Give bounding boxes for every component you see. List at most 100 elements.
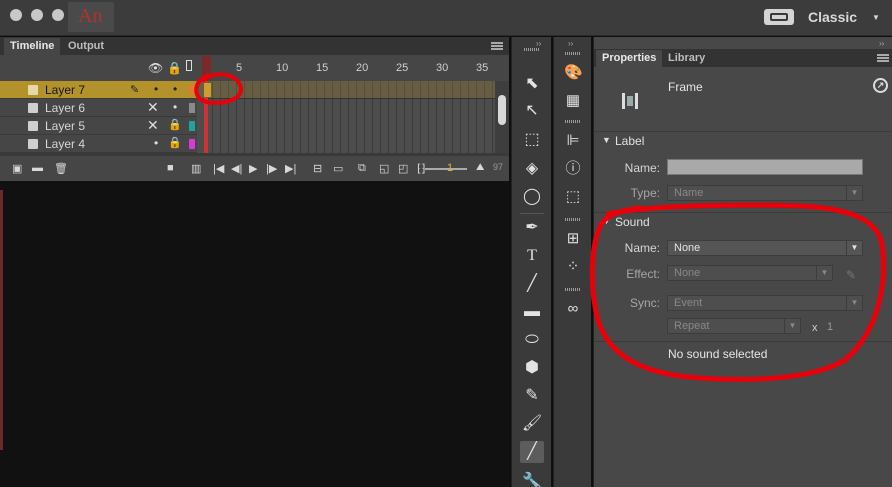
- step-forward-icon[interactable]: |▶: [266, 162, 277, 175]
- play-icon[interactable]: ▶: [249, 162, 257, 175]
- zoom-window-button[interactable]: [52, 9, 64, 21]
- layer-row[interactable]: Layer 5 ✕ 🔒: [0, 117, 197, 135]
- layer-scrollbar[interactable]: [495, 81, 509, 153]
- align-icon[interactable]: ⊫: [564, 132, 582, 150]
- panel-grip[interactable]: [565, 218, 581, 221]
- color-palette-icon[interactable]: 🎨: [564, 64, 583, 82]
- layer-row[interactable]: Layer 7 ✎ • •: [0, 81, 197, 99]
- layer-color-swatch[interactable]: [189, 103, 195, 113]
- visible-dot[interactable]: •: [154, 82, 158, 96]
- sound-name-dropdown[interactable]: None ▼: [667, 240, 863, 256]
- pen-tool-icon[interactable]: ✒: [520, 217, 544, 239]
- sound-repeat-dropdown[interactable]: Repeat ▼: [667, 318, 801, 334]
- panel-grip[interactable]: [565, 120, 581, 123]
- center-frame-icon[interactable]: ▭: [333, 162, 343, 175]
- bone-tool-icon[interactable]: 🔧: [520, 471, 544, 487]
- panel-menu-icon[interactable]: [877, 54, 889, 62]
- label-type-dropdown[interactable]: Name ▼: [667, 185, 863, 201]
- paint-brush-tool-icon[interactable]: ╱: [520, 441, 544, 463]
- tab-output[interactable]: Output: [62, 38, 110, 55]
- rectangle-tool-icon[interactable]: ▬: [520, 301, 544, 323]
- locked-icon[interactable]: 🔒: [168, 136, 182, 149]
- oval-tool-icon[interactable]: ⬭: [520, 329, 544, 351]
- tab-library[interactable]: Library: [662, 50, 711, 67]
- frame-row-selected[interactable]: [197, 81, 495, 99]
- cc-libraries-icon[interactable]: ∞: [564, 300, 582, 318]
- pencil-tool-icon[interactable]: ✎: [520, 385, 544, 407]
- label-name-field[interactable]: [667, 159, 863, 175]
- trash-icon[interactable]: 🗑: [54, 162, 68, 175]
- chevron-down-icon[interactable]: ▼: [872, 13, 880, 22]
- info-icon[interactable]: ⓘ: [564, 160, 582, 178]
- motion-presets-icon[interactable]: ⁘: [564, 258, 582, 276]
- stage-area[interactable]: [0, 181, 509, 487]
- lock-dot[interactable]: •: [173, 100, 177, 114]
- tab-properties[interactable]: Properties: [596, 50, 663, 67]
- sync-settings-icon[interactable]: [764, 9, 794, 25]
- selection-tool-icon[interactable]: ⬉: [520, 73, 544, 95]
- hidden-x-icon[interactable]: ✕: [147, 99, 159, 116]
- layer-name[interactable]: Layer 7: [45, 83, 85, 97]
- selected-keyframe[interactable]: [204, 83, 211, 97]
- layer-color-swatch[interactable]: [189, 85, 195, 95]
- layer-row[interactable]: Layer 4 • 🔒: [0, 135, 197, 153]
- go-to-last-frame-icon[interactable]: ▶|: [285, 162, 296, 175]
- step-back-icon[interactable]: ◀|: [231, 162, 242, 175]
- layer-color-swatch[interactable]: [189, 121, 195, 131]
- fps-readout[interactable]: 97: [493, 162, 503, 172]
- 3d-rotation-tool-icon[interactable]: ◈: [520, 158, 544, 180]
- panel-grip[interactable]: [565, 52, 581, 55]
- new-folder-icon[interactable]: ▬: [32, 162, 43, 174]
- panel-menu-icon[interactable]: [491, 42, 503, 50]
- workspace-switcher[interactable]: Classic: [808, 9, 857, 25]
- locked-icon[interactable]: 🔒: [168, 118, 182, 131]
- close-window-button[interactable]: [10, 9, 22, 21]
- label-section-header[interactable]: ▼ Label: [594, 131, 892, 149]
- mountain-icon[interactable]: ⛰: [476, 162, 484, 173]
- edit-envelope-icon[interactable]: ✎: [846, 268, 856, 282]
- scrollbar-thumb[interactable]: [498, 95, 506, 125]
- help-icon[interactable]: ↗: [873, 78, 888, 93]
- sound-sync-dropdown[interactable]: Event ▼: [667, 295, 863, 311]
- layer-name[interactable]: Layer 6: [45, 101, 85, 115]
- panel-grip[interactable]: [565, 288, 581, 291]
- panel-grip[interactable]: [524, 48, 540, 51]
- lock-icon[interactable]: 🔒: [167, 61, 182, 75]
- layer-name[interactable]: Layer 4: [45, 137, 85, 151]
- polystar-tool-icon[interactable]: ⬢: [520, 357, 544, 379]
- frame-zoom-slider[interactable]: [425, 168, 467, 170]
- layer-depth-icon[interactable]: ▥: [191, 162, 201, 175]
- free-transform-tool-icon[interactable]: ⬚: [520, 129, 544, 151]
- subselection-tool-icon[interactable]: ↖: [520, 100, 544, 122]
- visible-dot[interactable]: •: [154, 136, 158, 150]
- onion-outline-icon[interactable]: ◱: [379, 162, 389, 175]
- layer-row[interactable]: Layer 6 ✕ •: [0, 99, 197, 117]
- onion-skin-icon[interactable]: ⧉: [358, 162, 366, 175]
- minimize-window-button[interactable]: [31, 9, 43, 21]
- components-icon[interactable]: ⊞: [564, 230, 582, 248]
- playhead[interactable]: [202, 56, 211, 80]
- lasso-tool-icon[interactable]: ◯: [520, 186, 544, 208]
- go-to-first-frame-icon[interactable]: |◀: [213, 162, 224, 175]
- line-tool-icon[interactable]: ╱: [520, 273, 544, 295]
- tab-timeline[interactable]: Timeline: [4, 38, 61, 55]
- eye-icon[interactable]: 👁: [148, 61, 163, 75]
- new-layer-icon[interactable]: ▣: [12, 162, 22, 175]
- swatches-grid-icon[interactable]: ▦: [564, 92, 582, 110]
- hidden-x-icon[interactable]: ✕: [147, 117, 159, 134]
- collapse-icon[interactable]: ››: [568, 39, 573, 48]
- transform-icon[interactable]: ⬚: [564, 188, 582, 206]
- sound-section-header[interactable]: ▼ Sound: [594, 212, 892, 230]
- lock-dot[interactable]: •: [173, 82, 177, 96]
- frame-ruler[interactable]: 1 5 10 15 20 25 30 35: [197, 55, 495, 80]
- text-tool-icon[interactable]: T: [520, 245, 544, 267]
- camera-icon[interactable]: ■: [167, 162, 174, 174]
- layer-name[interactable]: Layer 5: [45, 119, 85, 133]
- loop-icon[interactable]: ⊟: [313, 162, 322, 175]
- sound-effect-dropdown[interactable]: None ▼: [667, 265, 833, 281]
- brush-tool-icon[interactable]: 🖌: [520, 413, 544, 435]
- edit-multiple-frames-icon[interactable]: ◰: [398, 162, 408, 175]
- collapse-icon[interactable]: ››: [536, 39, 541, 48]
- outline-icon[interactable]: [186, 60, 192, 71]
- repeat-count[interactable]: 1: [827, 321, 833, 333]
